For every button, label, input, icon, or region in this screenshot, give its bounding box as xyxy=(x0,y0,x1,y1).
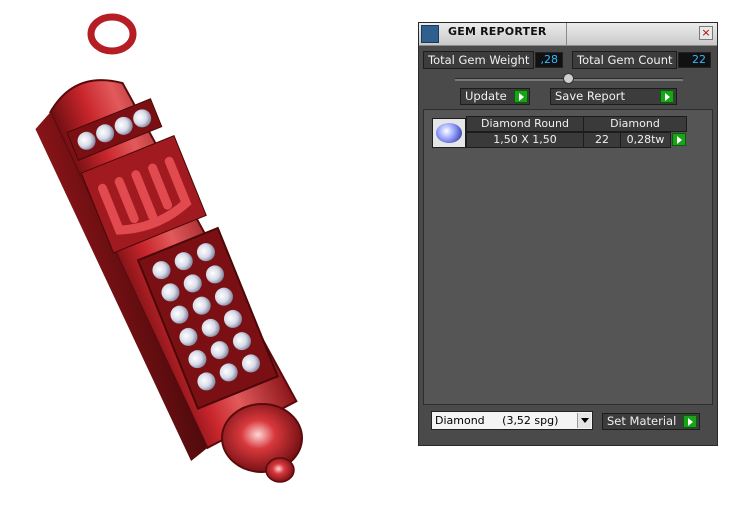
chevron-down-icon[interactable] xyxy=(577,413,591,428)
gem-size-cell: 1,50 X 1,50 xyxy=(466,132,584,148)
bail-loop xyxy=(87,13,137,55)
gem-list: Diamond Round Diamond 1,50 X 1,50 22 0,2… xyxy=(423,109,713,405)
total-gem-count-label: Total Gem Count xyxy=(572,51,677,69)
save-report-button-label: Save Report xyxy=(555,89,626,103)
close-icon[interactable]: × xyxy=(699,26,713,40)
material-select[interactable]: Diamond (3,52 spg) xyxy=(431,411,593,430)
diamond-round-icon xyxy=(436,123,462,143)
title-divider xyxy=(566,23,567,45)
gem-shape-cell: Diamond Round xyxy=(466,116,584,132)
update-button[interactable]: Update xyxy=(460,88,530,105)
title-bar[interactable]: GEM REPORTER × xyxy=(419,23,717,46)
gem-reporter-icon xyxy=(421,25,439,43)
slider-knob[interactable] xyxy=(563,73,574,84)
save-report-button[interactable]: Save Report xyxy=(550,88,677,105)
total-gem-weight-label: Total Gem Weight xyxy=(423,51,534,69)
play-arrow-icon xyxy=(683,415,697,428)
total-gem-weight-value: ,28 xyxy=(535,52,563,68)
gem-reporter-panel: GEM REPORTER × Total Gem Weight ,28 Tota… xyxy=(418,22,718,446)
update-button-label: Update xyxy=(465,89,507,103)
material-select-value: Diamond (3,52 spg) xyxy=(435,414,559,427)
set-material-button-label: Set Material xyxy=(607,414,677,428)
diamond-round-thumbnail[interactable] xyxy=(432,118,466,148)
play-arrow-icon xyxy=(660,90,674,103)
total-gem-count-value: 22 xyxy=(678,52,711,68)
pendant-3d-render xyxy=(35,13,303,483)
set-material-button[interactable]: Set Material xyxy=(602,413,700,430)
play-arrow-icon[interactable] xyxy=(672,133,686,146)
gem-count-cell: 22 xyxy=(583,132,621,148)
panel-title: GEM REPORTER xyxy=(448,25,547,38)
gem-weight-cell: 0,28tw xyxy=(620,132,671,148)
gem-material-cell: Diamond xyxy=(583,116,687,132)
play-arrow-icon xyxy=(514,90,528,103)
